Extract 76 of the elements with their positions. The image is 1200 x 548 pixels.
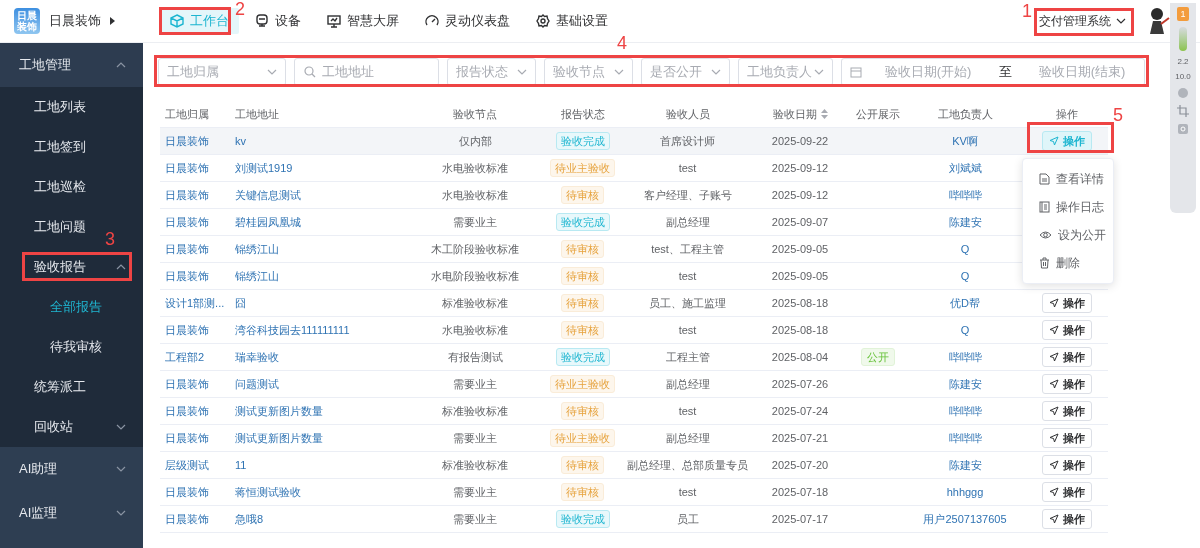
table-cell-text: 木工阶段验收标准 <box>430 241 520 257</box>
column-header: 操作 <box>1054 106 1079 122</box>
column-header: 工地地址 <box>234 106 280 122</box>
table-cell-text: test <box>677 484 698 500</box>
table-cell-text: 标准验收标准 <box>441 457 509 473</box>
status-tag: 验收完成 <box>555 132 610 150</box>
table-cell-text: 2025-07-20 <box>770 457 830 473</box>
table-cell-text: test <box>677 160 698 176</box>
status-tag: 待审核 <box>561 240 604 258</box>
table-cell-text: 员工、施工监理 <box>648 295 727 311</box>
status-tag: 待审核 <box>561 267 604 285</box>
table-cell-text: 2025-08-18 <box>770 295 830 311</box>
table-cell-text: 首席设计师 <box>659 133 716 149</box>
table-cell-text: 需要业主 <box>452 511 498 527</box>
table-cell-text: 仅内部 <box>457 133 493 149</box>
table-cell-text: 副总经理、总部质量专员 <box>626 457 749 473</box>
annotation-number: 3 <box>105 228 115 250</box>
column-header: 公开展示 <box>854 106 901 122</box>
status-tag: 验收完成 <box>555 348 610 366</box>
table-cell-text: 2025-09-05 <box>770 268 830 284</box>
table-cell-text: 水电阶段验收标准 <box>430 268 520 284</box>
status-tag: 验收完成 <box>555 510 610 528</box>
table-cell-text: 客户经理、子账号 <box>642 187 733 203</box>
table-cell-text: 水电验收标准 <box>441 322 509 338</box>
status-tag: 待业主验收 <box>550 375 615 393</box>
table-cell-text: 2025-08-04 <box>770 349 830 365</box>
table-cell-text: 工程主管 <box>664 349 711 365</box>
table-cell-text: 标准验收标准 <box>441 295 509 311</box>
logo: 日晨装饰 <box>14 8 40 34</box>
status-tag: 待审核 <box>561 456 604 474</box>
table-cell-text: 水电验收标准 <box>441 160 509 176</box>
column-header: 工地归属 <box>164 106 210 122</box>
table-cell-text: 副总经理 <box>664 376 711 392</box>
table-cell-text: 2025-07-26 <box>770 376 830 392</box>
annotation-number: 4 <box>617 32 627 54</box>
table-cell-text: 需要业主 <box>452 430 498 446</box>
table-cell-text: 有报告测试 <box>446 349 504 365</box>
table-cell-text: 2025-07-18 <box>770 484 830 500</box>
public-tag: 公开 <box>860 348 895 366</box>
table-cell-text: test <box>677 322 698 338</box>
column-header: 工地负责人 <box>936 106 994 122</box>
annotation-number: 1 <box>1022 0 1032 22</box>
table-cell-text: test <box>677 268 698 284</box>
table-cell-text: test、工程主管 <box>650 241 725 257</box>
table-cell-text: 副总经理 <box>664 430 711 446</box>
table-cell-text: 需要业主 <box>452 484 498 500</box>
status-tag: 待审核 <box>561 186 604 204</box>
table-cell-text: 员工 <box>675 511 700 527</box>
status-tag: 待审核 <box>561 321 604 339</box>
table-cell-text: 2025-09-05 <box>770 241 830 257</box>
table-cell-text: 2025-07-21 <box>770 430 830 446</box>
status-tag: 待审核 <box>561 483 604 501</box>
column-header: 验收人员 <box>664 106 711 122</box>
table-cell-text: 需要业主 <box>452 376 498 392</box>
table-cell-text: 2025-09-12 <box>770 160 830 176</box>
table-cell-text: 副总经理 <box>664 214 711 230</box>
status-tag: 待业主验收 <box>550 429 615 447</box>
table-cell-text: 2025-08-18 <box>770 322 830 338</box>
speed-reading: 2.2 <box>1177 57 1189 66</box>
column-header: 验收节点 <box>452 106 498 122</box>
status-tag: 待审核 <box>561 294 604 312</box>
table-cell-text: 标准验收标准 <box>441 403 509 419</box>
table-cell-text: test <box>677 403 698 419</box>
table-cell-text: 水电验收标准 <box>441 187 509 203</box>
table-cell-text: 2025-07-17 <box>770 511 830 527</box>
status-tag: 验收完成 <box>555 213 610 231</box>
table-cell-text: 2025-07-24 <box>770 403 830 419</box>
table-cell-text: 2025-09-07 <box>770 214 830 230</box>
table-cell-text: 需要业主 <box>452 214 498 230</box>
speed-reading: 10.0 <box>1175 72 1191 81</box>
table-cell-text: 2025-09-12 <box>770 187 830 203</box>
table-cell-text: 2025-09-22 <box>770 133 830 149</box>
status-tag: 待业主验收 <box>550 159 615 177</box>
column-header: 报告状态 <box>559 106 606 122</box>
status-tag: 待审核 <box>561 402 604 420</box>
annotation-number: 5 <box>1113 104 1123 126</box>
